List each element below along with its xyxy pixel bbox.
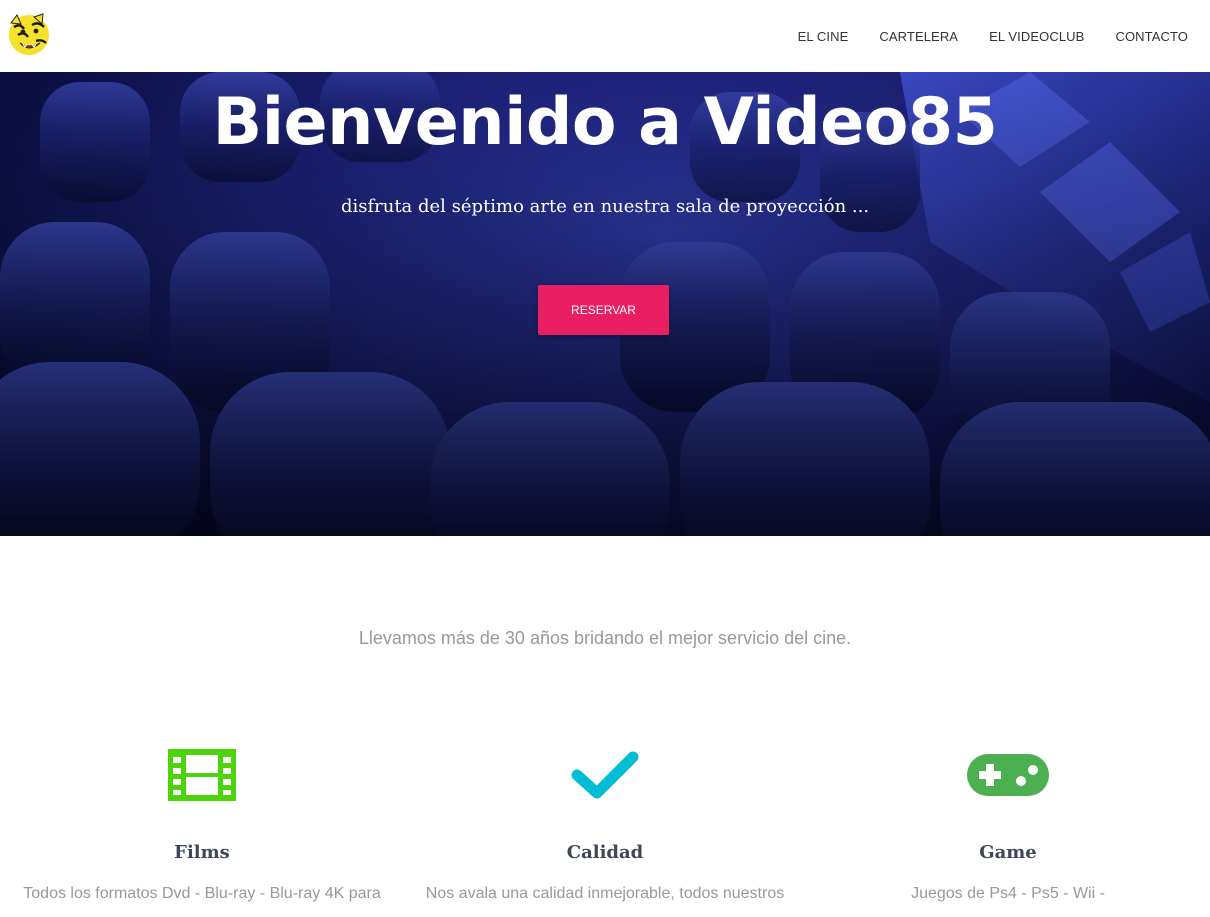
nav-item-contacto[interactable]: CONTACTO — [1115, 29, 1188, 44]
nav-item-el-cine[interactable]: EL CINE — [798, 29, 849, 44]
feature-calidad: Calidad Nos avala una calidad inmejorabl… — [403, 740, 807, 903]
feature-game: Game Juegos de Ps4 - Ps5 - Wii - — [806, 740, 1210, 903]
intro-text: Llevamos más de 30 años bridando el mejo… — [358, 628, 852, 648]
main-nav: EL CINE CARTELERA EL VIDEOCLUB CONTACTO — [767, 0, 1188, 72]
feature-title-calidad: Calidad — [566, 842, 644, 863]
feature-text-calidad: Nos avala una calidad inmejorable, todos… — [425, 885, 785, 902]
nav-item-el-videoclub[interactable]: EL VIDEOCLUB — [989, 29, 1084, 44]
hero-title: Bienvenido a Video85 — [212, 85, 998, 160]
feature-text-game: Juegos de Ps4 - Ps5 - Wii - — [911, 885, 1105, 902]
navbar: EL CINE CARTELERA EL VIDEOCLUB CONTACTO — [0, 0, 1210, 72]
reserve-button[interactable]: RESERVAR — [538, 285, 669, 335]
tiger-logo-icon[interactable] — [6, 11, 52, 58]
film-icon — [0, 740, 404, 810]
hero-section: Bienvenido a Video85 disfruta del séptim… — [0, 72, 1210, 536]
feature-films: Films Todos los formatos Dvd - Blu-ray -… — [0, 740, 404, 903]
nav-item-cartelera[interactable]: CARTELERA — [879, 29, 958, 44]
check-icon — [403, 740, 807, 810]
feature-title-films: Films — [174, 842, 230, 863]
feature-text-films: Todos los formatos Dvd - Blu-ray - Blu-r… — [23, 885, 381, 902]
hero-subtitle: disfruta del séptimo arte en nuestra sal… — [340, 196, 870, 217]
feature-title-game: Game — [979, 842, 1037, 863]
gamepad-icon — [806, 740, 1210, 810]
